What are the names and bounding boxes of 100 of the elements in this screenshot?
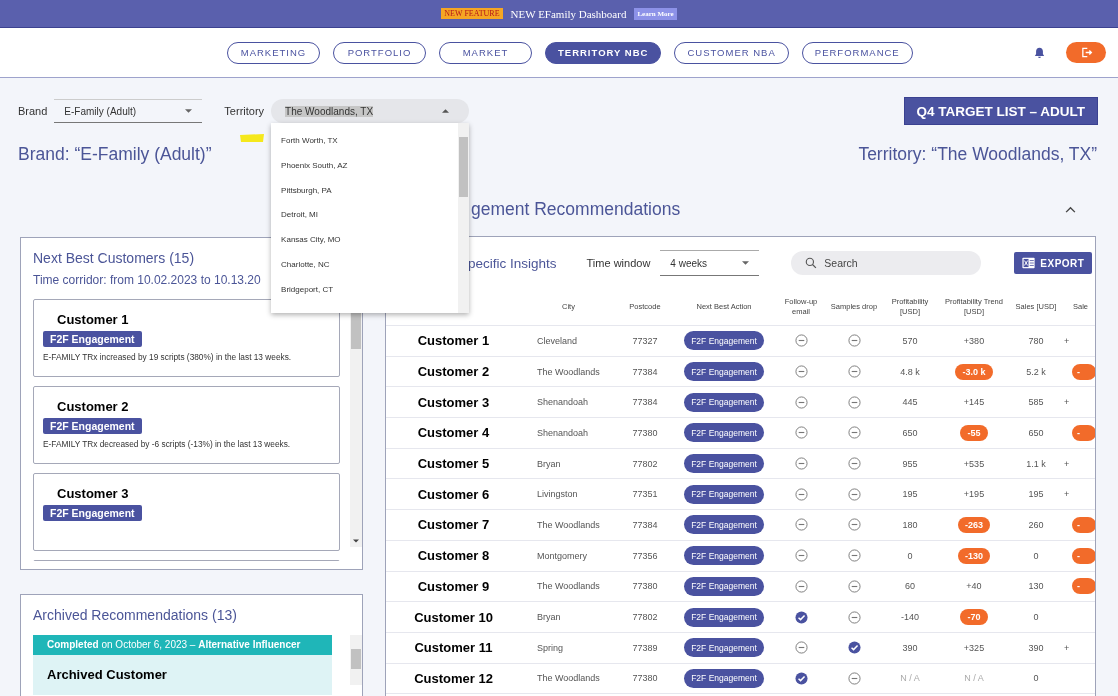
customer-name: Customer 7 [416, 517, 491, 533]
customer-name: Customer 2 [57, 399, 130, 414]
search-field[interactable]: Search [791, 251, 982, 275]
search-icon [805, 257, 818, 269]
dropdown-option[interactable]: Charlotte, NC [271, 252, 459, 277]
action-tag: F2F Engagement [43, 331, 142, 347]
profitability-cell: 650 [902, 427, 918, 438]
customer-card[interactable]: Customer 2 F2F Engagement E-FAMILY TRx decreased by -6 scripts (-13%) in the last 13 weeks. [33, 386, 341, 464]
action-pill[interactable]: F2F Engagement [684, 362, 764, 382]
scrollbar[interactable] [350, 635, 362, 685]
action-pill[interactable]: F2F Engagement [684, 668, 764, 688]
action-pill[interactable]: F2F Engagement [684, 331, 764, 351]
customer-name: Archived Customer [47, 667, 168, 682]
nav-tab[interactable]: MARKETING [227, 41, 320, 64]
highlight-mark [239, 133, 266, 143]
time-window-select[interactable]: 4 weeks [660, 250, 760, 276]
export-button[interactable]: EXPORT [1014, 252, 1093, 274]
minus-circle-icon[interactable] [794, 395, 808, 409]
nav-tab[interactable]: PORTFOLIO [333, 41, 426, 64]
minus-circle-icon[interactable] [847, 549, 861, 563]
minus-circle-icon[interactable] [847, 426, 861, 440]
city-cell-text: The Woodlands [536, 673, 601, 684]
new-feature-badge: NEW FEATURE [441, 8, 503, 19]
minus-circle-icon[interactable] [794, 334, 808, 348]
collapse-icon[interactable] [1065, 205, 1076, 213]
minus-circle-icon[interactable] [794, 579, 808, 593]
scroll-thumb[interactable] [459, 137, 469, 197]
dropdown-option[interactable]: Forth Worth, TX [271, 128, 459, 153]
checked-icon[interactable] [794, 671, 808, 685]
profitability-cell: -140 [901, 612, 919, 623]
brand-heading: Brand: “E-Family (Adult)” [18, 144, 212, 166]
archived-card[interactable]: Completed on October 6, 2023 – Alternative Influencer Archived Customer [33, 635, 333, 695]
minus-circle-icon[interactable] [847, 610, 861, 624]
dropdown-option[interactable]: Pittsburgh, PA [271, 177, 459, 203]
customer-name: Customer 1 [416, 333, 491, 349]
nav-tab[interactable]: PERFORMANCE [801, 41, 913, 64]
action-pill[interactable]: F2F Engagement [684, 607, 764, 627]
trend-cell: +195 [963, 489, 985, 500]
checked-icon[interactable] [794, 610, 808, 624]
action-pill[interactable]: F2F Engagement [684, 638, 764, 658]
action-pill[interactable]: F2F Engagement [684, 392, 764, 412]
minus-circle-icon[interactable] [794, 457, 808, 471]
nav-tab[interactable]: MARKET [439, 41, 532, 64]
postcode-cell-text: 77380 [631, 581, 659, 592]
dropdown-option[interactable]: Phoenix South, AZ [271, 152, 459, 178]
dropdown-option[interactable]: Kansas City, MO [271, 227, 459, 252]
territory-heading: Territory: “The Woodlands, TX” [858, 144, 1097, 166]
city-cell-text: Cleveland [536, 335, 579, 346]
postcode-cell-text: 77380 [631, 673, 659, 684]
minus-circle-icon[interactable] [794, 426, 808, 440]
minus-circle-icon[interactable] [847, 457, 861, 471]
minus-circle-icon[interactable] [794, 518, 808, 532]
target-list-button[interactable]: Q4 TARGET LIST – ADULT [904, 98, 1097, 124]
minus-circle-icon[interactable] [847, 334, 861, 348]
city-cell-text: Spring [536, 642, 564, 653]
customer-card[interactable]: Customer 1 F2F Engagement E-FAMILY TRx increased by 19 scripts (380%) in the last 13 weeks. [33, 299, 341, 377]
minus-circle-icon[interactable] [794, 365, 808, 379]
profitability-cell: 390 [902, 642, 918, 653]
action-pill[interactable]: F2F Engagement [684, 484, 764, 504]
customer-card[interactable]: Customer 3 F2F Engagement [33, 473, 341, 551]
section-title: gement Recommendations [471, 198, 681, 220]
action-pill[interactable]: F2F Engagement [684, 423, 764, 443]
scroll-thumb[interactable] [351, 649, 362, 669]
action-pill[interactable]: F2F Engagement [684, 576, 764, 596]
action-pill[interactable]: F2F Engagement [684, 546, 764, 566]
scroll-down-icon[interactable] [353, 539, 360, 543]
banner-text: NEW EFamily Dashboard [510, 7, 627, 20]
trend-cell: + [1064, 489, 1070, 500]
minus-circle-icon[interactable] [847, 395, 861, 409]
action-pill[interactable]: F2F Engagement [684, 515, 764, 535]
trend-cell: +535 [963, 458, 985, 469]
scrollbar[interactable] [458, 123, 470, 313]
minus-circle-icon[interactable] [847, 579, 861, 593]
nav-tab[interactable]: CUSTOMER NBA [674, 41, 789, 64]
bell-icon[interactable] [1033, 46, 1046, 60]
action-pill[interactable]: F2F Engagement [684, 454, 764, 474]
brand-select[interactable]: E-Family (Adult) [54, 99, 203, 123]
nav-tab[interactable]: TERRITORY NBC [545, 41, 662, 64]
minus-circle-icon[interactable] [794, 549, 808, 563]
territory-select[interactable]: The Woodlands, TX [271, 99, 470, 123]
minus-circle-icon[interactable] [794, 641, 808, 655]
minus-circle-icon[interactable] [847, 487, 861, 501]
spreadsheet-icon [1022, 257, 1036, 269]
postcode-cell-text: 77389 [631, 642, 659, 653]
search-input[interactable]: Search [822, 256, 967, 270]
logout-button[interactable] [1066, 42, 1106, 63]
minus-circle-icon[interactable] [847, 518, 861, 532]
postcode-cell-text: 77384 [631, 397, 659, 408]
sales-cell: 130 [1028, 581, 1044, 592]
checked-icon[interactable] [847, 641, 861, 655]
dropdown-option[interactable]: Detroit, MI [271, 202, 459, 228]
trend-cell: +380 [963, 335, 985, 346]
customer-name: Customer 5 [416, 456, 491, 472]
minus-circle-icon[interactable] [847, 671, 861, 685]
minus-circle-icon[interactable] [794, 487, 808, 501]
action-tag: F2F Engagement [43, 418, 142, 434]
negative-trend-badge: -3.0 k [955, 363, 993, 380]
minus-circle-icon[interactable] [847, 365, 861, 379]
action-tag: F2F Engagement [43, 505, 142, 521]
dropdown-option[interactable]: Bridgeport, CT [271, 276, 459, 302]
